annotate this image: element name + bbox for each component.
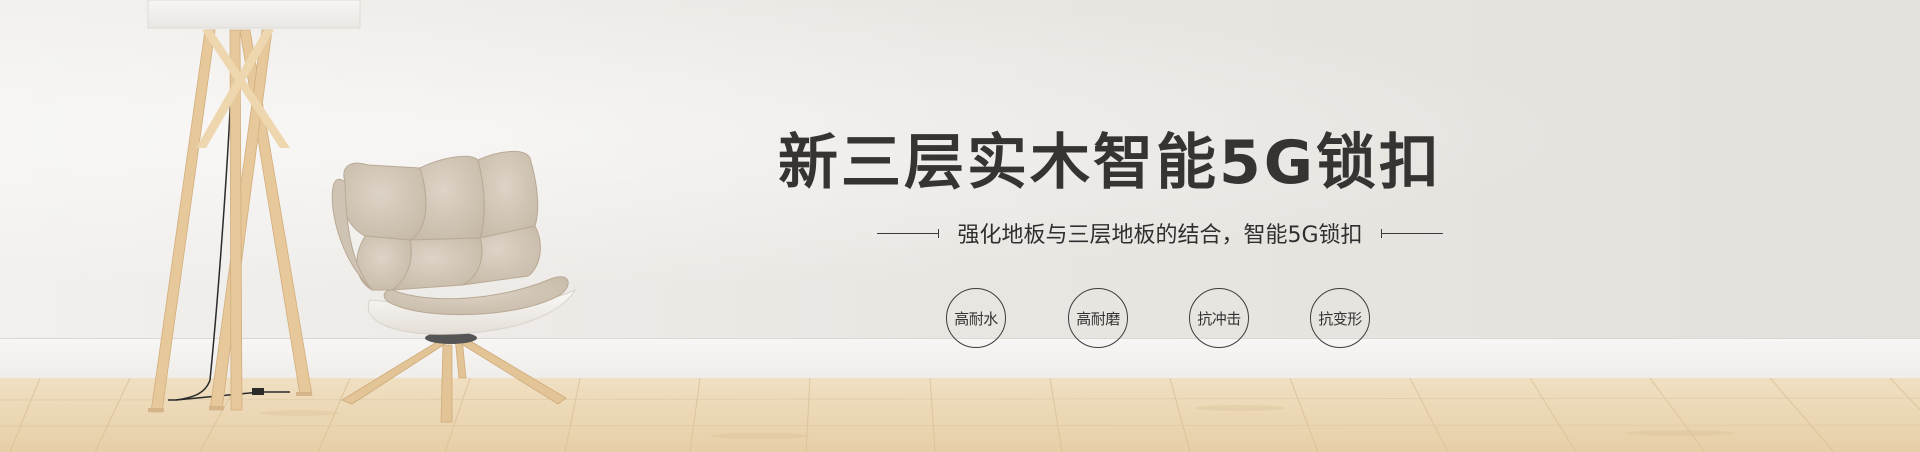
feature-badge-impact: 抗冲击 xyxy=(1189,288,1249,348)
feature-badge-wear: 高耐磨 xyxy=(1068,288,1128,348)
feature-badges: 高耐水 高耐磨 抗冲击 抗变形 xyxy=(946,288,1386,350)
headline: 新三层实木智能5G锁扣 xyxy=(778,128,1442,198)
feature-badge-water: 高耐水 xyxy=(946,288,1006,348)
subline: 强化地板与三层地板的结合，智能5G锁扣 xyxy=(957,223,1363,248)
left-divider xyxy=(877,228,940,238)
right-divider xyxy=(1380,228,1443,238)
feature-badge-deform: 抗变形 xyxy=(1310,288,1370,348)
subline-row: 强化地板与三层地板的结合，智能5G锁扣 xyxy=(840,218,1480,248)
hero-banner: 新三层实木智能5G锁扣 强化地板与三层地板的结合，智能5G锁扣 高耐水 高耐磨 … xyxy=(0,0,1920,452)
